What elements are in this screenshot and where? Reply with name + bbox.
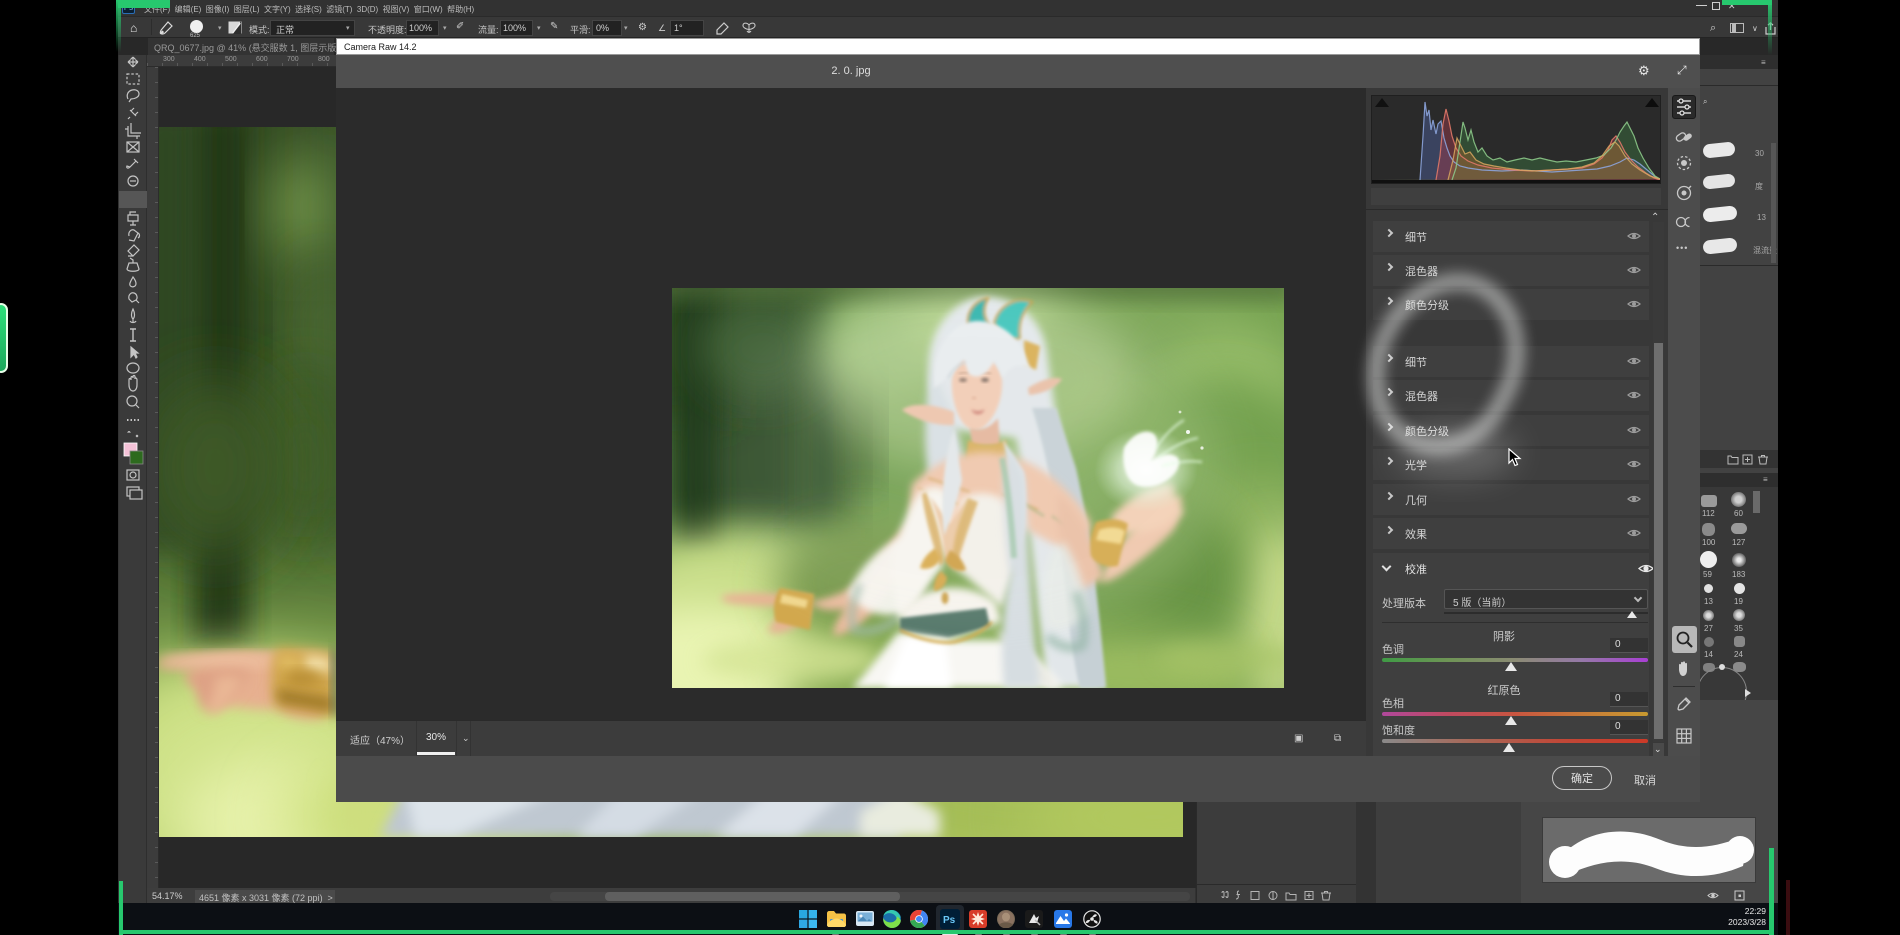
svg-text:Ps: Ps bbox=[943, 915, 956, 926]
